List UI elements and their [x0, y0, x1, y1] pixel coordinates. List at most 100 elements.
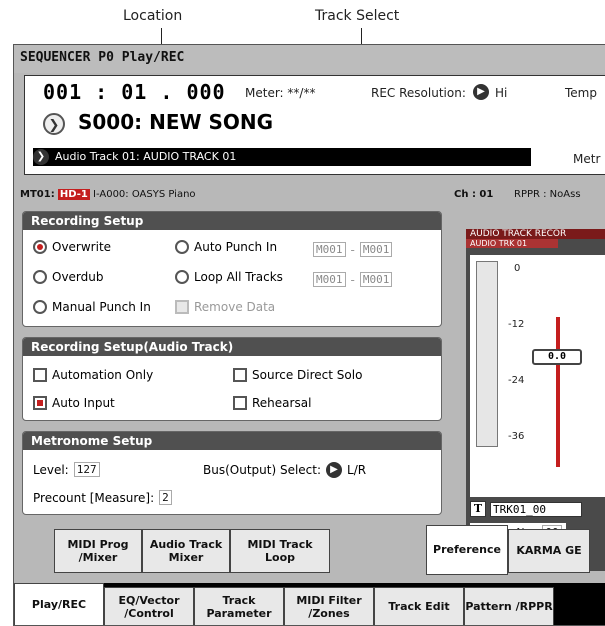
loop-all-option[interactable]: Loop All Tracks — [175, 270, 283, 284]
meter-label: Meter: **/** — [245, 86, 316, 100]
remove-data-checkbox[interactable] — [175, 300, 189, 314]
track-arrow-icon[interactable]: ❯ — [33, 149, 49, 165]
automation-only-checkbox[interactable] — [33, 368, 47, 382]
loop-start-field[interactable]: M001 — [313, 272, 346, 287]
metronome-header: Metronome Setup — [23, 432, 441, 450]
location-callout: Location — [123, 8, 183, 24]
fader-track — [556, 317, 560, 467]
tab-pattern-rppr[interactable]: Pattern /RPPR — [464, 587, 554, 625]
mt-label: MT01: — [20, 189, 55, 200]
precount-row: Precount [Measure]: 2 — [33, 490, 172, 505]
bus-arrow-icon[interactable]: ▶ — [326, 462, 343, 478]
text-edit-icon[interactable]: T — [470, 501, 486, 517]
precount-field[interactable]: 2 — [159, 490, 172, 505]
punch-start-field[interactable]: M001 — [313, 242, 346, 257]
overdub-option[interactable]: Overdub — [33, 270, 104, 284]
level-row: Level: 127 — [33, 462, 100, 477]
bus-row: Bus(Output) Select: ▶ L/R — [203, 462, 366, 478]
auto-punch-option[interactable]: Auto Punch In — [175, 240, 277, 254]
tab-track-edit[interactable]: Track Edit — [374, 587, 464, 625]
bus-value[interactable]: L/R — [347, 463, 366, 477]
filename-row: T TRK01_00 — [470, 501, 582, 517]
punch-range: M001- M001 — [313, 242, 393, 257]
metronome-label: Metr — [573, 152, 601, 166]
track-select-value: Audio Track 01: AUDIO TRACK 01 — [55, 150, 237, 163]
recording-setup-header: Recording Setup — [23, 212, 441, 230]
rehearsal-checkbox[interactable] — [233, 396, 247, 410]
page-tabs: Play/REC EQ/Vector /Control Track Parame… — [14, 583, 605, 625]
rec-resolution-arrow-icon[interactable]: ▶ — [473, 84, 489, 100]
tab-midi-filter-zones[interactable]: MIDI Filter /Zones — [284, 587, 374, 625]
loop-all-radio[interactable] — [175, 270, 189, 284]
precount-label: Precount [Measure]: — [33, 490, 155, 505]
level-bar — [476, 261, 498, 447]
filename-field[interactable]: TRK01_00 — [490, 501, 582, 517]
location-panel: 001 : 01 . 000 Meter: **/** REC Resoluti… — [24, 75, 605, 175]
tab-preference[interactable]: Preference — [426, 525, 508, 575]
automation-only-option[interactable]: Automation Only — [33, 368, 153, 382]
channel-value: Ch : 01 — [454, 189, 494, 200]
level-field[interactable]: 127 — [73, 462, 100, 477]
tab-midi-prog-mixer[interactable]: MIDI Prog /Mixer — [54, 529, 142, 573]
manual-punch-option[interactable]: Manual Punch In — [33, 300, 151, 314]
bus-label: Bus(Output) Select: — [203, 463, 322, 477]
loop-range: M001- M001 — [313, 272, 393, 287]
audio-setup-header: Recording Setup(Audio Track) — [23, 338, 441, 356]
auto-punch-radio[interactable] — [175, 240, 189, 254]
rehearsal-label: Rehearsal — [252, 396, 312, 410]
tempo-label: Temp — [565, 86, 597, 100]
audio-recording-setup-panel: Recording Setup(Audio Track) Automation … — [22, 337, 442, 421]
remove-data-option[interactable]: Remove Data — [175, 300, 275, 314]
tab-karma-ge[interactable]: KARMA GE — [508, 529, 590, 573]
meter-body: 0 -12 -24 -36 0.0 — [470, 255, 605, 497]
song-select[interactable]: ❯ S000: NEW SONG — [43, 110, 273, 135]
meter-subheader: AUDIO TRK 01 — [466, 239, 558, 248]
punch-end-field[interactable]: M001 — [359, 242, 393, 257]
hd1-badge: HD-1 — [57, 189, 90, 200]
loop-all-label: Loop All Tracks — [194, 270, 283, 284]
tab-audio-track-mixer[interactable]: Audio Track Mixer — [142, 529, 230, 573]
scale-0: 0 — [514, 263, 521, 274]
sub-tabs: MIDI Prog /Mixer Audio Track Mixer MIDI … — [14, 525, 605, 575]
tab-track-parameter[interactable]: Track Parameter — [194, 587, 284, 625]
song-arrow-icon[interactable]: ❯ — [43, 112, 65, 135]
overdub-radio[interactable] — [33, 270, 47, 284]
rec-resolution-value[interactable]: Hi — [495, 86, 507, 100]
overwrite-option[interactable]: Overwrite — [33, 240, 111, 254]
source-direct-option[interactable]: Source Direct Solo — [233, 368, 362, 382]
rec-resolution-label: REC Resolution: — [371, 86, 466, 100]
program-name: I-A000: OASYS Piano — [93, 189, 196, 200]
info-bar: MT01: HD-1 I-A000: OASYS Piano Ch : 01 R… — [20, 189, 605, 200]
scale-12: -12 — [508, 319, 525, 330]
page-title: SEQUENCER P0 Play/REC — [14, 45, 605, 73]
auto-input-option[interactable]: Auto Input — [33, 396, 115, 410]
loop-end-field[interactable]: M001 — [359, 272, 393, 287]
auto-input-checkbox[interactable] — [33, 396, 47, 410]
tab-midi-track-loop[interactable]: MIDI Track Loop — [230, 529, 330, 573]
fader-knob[interactable]: 0.0 — [532, 349, 582, 365]
recording-setup-panel: Recording Setup Overwrite Overdub Manual… — [22, 211, 442, 327]
tab-eq-vector-control[interactable]: EQ/Vector /Control — [104, 587, 194, 625]
remove-data-label: Remove Data — [194, 300, 276, 314]
source-direct-label: Source Direct Solo — [252, 368, 363, 382]
rehearsal-option[interactable]: Rehearsal — [233, 396, 311, 410]
tab-play-rec[interactable]: Play/REC — [14, 583, 104, 625]
automation-only-label: Automation Only — [52, 368, 154, 382]
overdub-label: Overdub — [52, 270, 104, 284]
overwrite-radio[interactable] — [33, 240, 47, 254]
level-label: Level: — [33, 462, 69, 477]
track-select-field[interactable]: Audio Track 01: AUDIO TRACK 01 — [33, 148, 531, 166]
source-direct-checkbox[interactable] — [233, 368, 247, 382]
metronome-setup-panel: Metronome Setup Level: 127 Bus(Output) Se… — [22, 431, 442, 515]
song-name: S000: NEW SONG — [77, 110, 274, 134]
meter-header: AUDIO TRACK RECOR — [466, 229, 605, 239]
track-row: ❯ Audio Track 01: AUDIO TRACK 01 Metr — [27, 146, 605, 170]
scale-24: -24 — [508, 375, 525, 386]
location-value[interactable]: 001 : 01 . 000 — [43, 80, 226, 104]
overwrite-label: Overwrite — [52, 240, 112, 254]
auto-input-label: Auto Input — [52, 396, 115, 410]
manual-punch-label: Manual Punch In — [52, 300, 151, 314]
track-select-callout: Track Select — [315, 8, 400, 24]
manual-punch-radio[interactable] — [33, 300, 47, 314]
audio-track-meter: AUDIO TRACK RECOR AUDIO TRK 01 0 -12 -24… — [466, 229, 605, 571]
